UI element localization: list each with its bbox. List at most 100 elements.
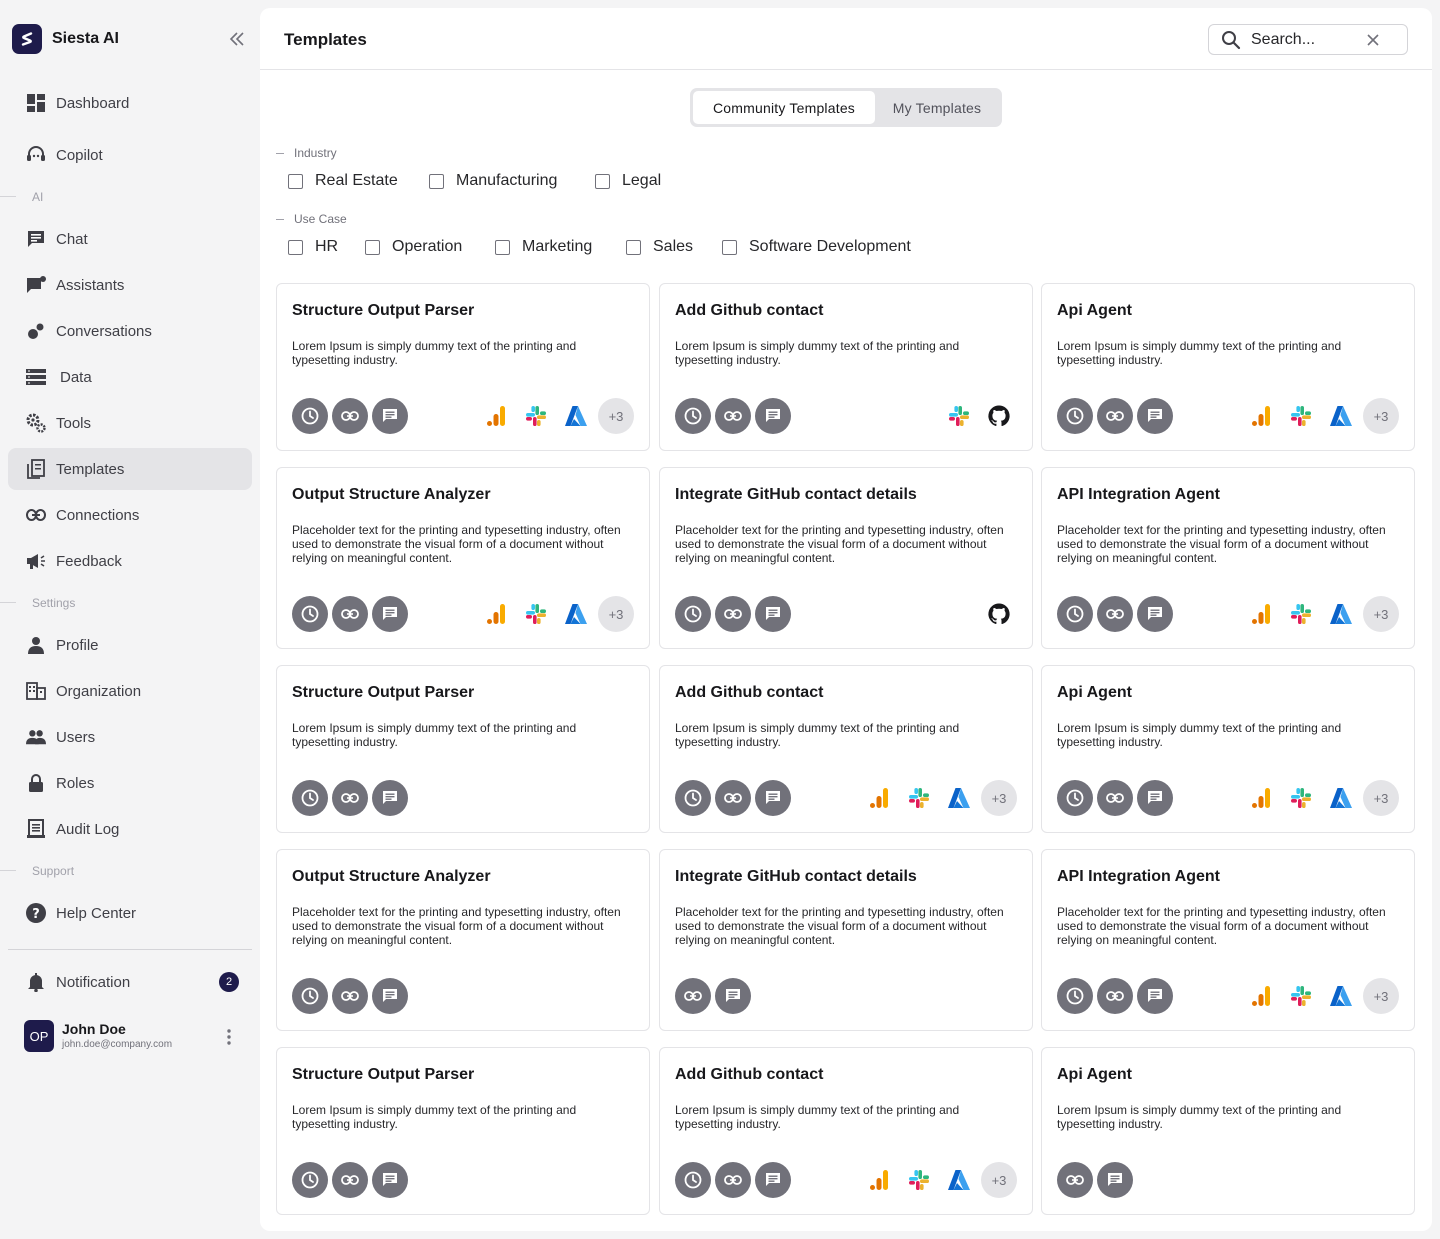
link-button[interactable] bbox=[675, 978, 711, 1014]
sidebar-item-audit-log[interactable]: Audit Log bbox=[8, 808, 252, 850]
link-button[interactable] bbox=[715, 780, 751, 816]
checkbox[interactable] bbox=[626, 239, 641, 255]
sidebar-item-templates[interactable]: Templates bbox=[8, 448, 252, 490]
sidebar-item-tools[interactable]: Tools bbox=[8, 402, 252, 444]
chat-button[interactable] bbox=[755, 398, 791, 434]
template-card[interactable]: Structure Output Parser Lorem Ipsum is si… bbox=[276, 665, 650, 833]
checkbox[interactable] bbox=[595, 173, 610, 189]
chat-button[interactable] bbox=[755, 780, 791, 816]
clock-button[interactable] bbox=[675, 398, 711, 434]
clock-button[interactable] bbox=[292, 1162, 328, 1198]
link-button[interactable] bbox=[332, 398, 368, 434]
more-integrations-badge[interactable]: +3 bbox=[598, 398, 634, 434]
tab-community-templates[interactable]: Community Templates bbox=[693, 91, 875, 124]
link-button[interactable] bbox=[1097, 398, 1133, 434]
chat-button[interactable] bbox=[755, 596, 791, 632]
clock-button[interactable] bbox=[292, 780, 328, 816]
sidebar-item-help-center[interactable]: ? Help Center bbox=[8, 892, 252, 934]
clear-search-icon[interactable] bbox=[1367, 33, 1379, 46]
chat-button[interactable] bbox=[1137, 398, 1173, 434]
chat-button[interactable] bbox=[372, 1162, 408, 1198]
filter-checkbox-marketing[interactable]: Marketing bbox=[495, 238, 592, 256]
chat-button[interactable] bbox=[1097, 1162, 1133, 1198]
template-card[interactable]: Structure Output Parser Lorem Ipsum is si… bbox=[276, 1047, 650, 1215]
chat-button[interactable] bbox=[372, 398, 408, 434]
clock-button[interactable] bbox=[1057, 596, 1093, 632]
filter-checkbox-manufacturing[interactable]: Manufacturing bbox=[429, 172, 557, 190]
template-card[interactable]: Add Github contact Lorem Ipsum is simply … bbox=[659, 1047, 1033, 1215]
clock-button[interactable] bbox=[1057, 780, 1093, 816]
sidebar-item-roles[interactable]: Roles bbox=[8, 762, 252, 804]
checkbox[interactable] bbox=[288, 239, 303, 255]
sidebar-item-chat[interactable]: Chat bbox=[8, 218, 252, 260]
template-card[interactable]: Integrate GitHub contact details Placehol… bbox=[659, 849, 1033, 1031]
template-card[interactable]: Integrate GitHub contact details Placehol… bbox=[659, 467, 1033, 649]
sidebar-item-data[interactable]: Data bbox=[8, 356, 252, 398]
sidebar-item-notification[interactable]: Notification bbox=[8, 961, 252, 1003]
more-integrations-badge[interactable]: +3 bbox=[981, 1162, 1017, 1198]
more-integrations-badge[interactable]: +3 bbox=[1363, 978, 1399, 1014]
link-button[interactable] bbox=[332, 978, 368, 1014]
link-button[interactable] bbox=[1057, 1162, 1093, 1198]
collapse-use-case-icon[interactable] bbox=[276, 219, 284, 220]
more-options-icon[interactable] bbox=[222, 1026, 236, 1048]
checkbox[interactable] bbox=[288, 173, 303, 189]
filter-checkbox-sales[interactable]: Sales bbox=[626, 238, 693, 256]
link-button[interactable] bbox=[332, 780, 368, 816]
user-profile[interactable]: OP John Doe john.doe@company.com bbox=[24, 1020, 244, 1054]
template-card[interactable]: API Integration Agent Placeholder text fo… bbox=[1041, 849, 1415, 1031]
filter-checkbox-hr[interactable]: HR bbox=[288, 238, 338, 256]
template-card[interactable]: Api Agent Lorem Ipsum is simply dummy tex… bbox=[1041, 283, 1415, 451]
collapse-industry-icon[interactable] bbox=[276, 153, 284, 154]
checkbox[interactable] bbox=[722, 239, 737, 255]
brand[interactable]: Siesta AI bbox=[12, 24, 119, 54]
clock-button[interactable] bbox=[292, 596, 328, 632]
clock-button[interactable] bbox=[675, 780, 711, 816]
chat-button[interactable] bbox=[372, 596, 408, 632]
link-button[interactable] bbox=[715, 1162, 751, 1198]
collapse-sidebar-icon[interactable] bbox=[224, 28, 250, 50]
sidebar-item-assistants[interactable]: Assistants bbox=[8, 264, 252, 306]
sidebar-item-connections[interactable]: Connections bbox=[8, 494, 252, 536]
template-card[interactable]: Api Agent Lorem Ipsum is simply dummy tex… bbox=[1041, 1047, 1415, 1215]
template-card[interactable]: Output Structure Analyzer Placeholder tex… bbox=[276, 849, 650, 1031]
filter-checkbox-software-development[interactable]: Software Development bbox=[722, 238, 911, 256]
template-card[interactable]: API Integration Agent Placeholder text fo… bbox=[1041, 467, 1415, 649]
template-card[interactable]: Add Github contact Lorem Ipsum is simply … bbox=[659, 665, 1033, 833]
chat-button[interactable] bbox=[1137, 978, 1173, 1014]
search-box[interactable] bbox=[1208, 24, 1408, 55]
template-card[interactable]: Api Agent Lorem Ipsum is simply dummy tex… bbox=[1041, 665, 1415, 833]
clock-button[interactable] bbox=[292, 978, 328, 1014]
link-button[interactable] bbox=[715, 596, 751, 632]
sidebar-item-dashboard[interactable]: Dashboard bbox=[8, 82, 252, 124]
more-integrations-badge[interactable]: +3 bbox=[981, 780, 1017, 816]
sidebar-item-conversations[interactable]: Conversations bbox=[8, 310, 252, 352]
filter-checkbox-operation[interactable]: Operation bbox=[365, 238, 462, 256]
clock-button[interactable] bbox=[1057, 978, 1093, 1014]
more-integrations-badge[interactable]: +3 bbox=[598, 596, 634, 632]
chat-button[interactable] bbox=[1137, 596, 1173, 632]
link-button[interactable] bbox=[1097, 978, 1133, 1014]
chat-button[interactable] bbox=[372, 780, 408, 816]
checkbox[interactable] bbox=[495, 239, 510, 255]
more-integrations-badge[interactable]: +3 bbox=[1363, 596, 1399, 632]
sidebar-item-organization[interactable]: Organization bbox=[8, 670, 252, 712]
clock-button[interactable] bbox=[675, 1162, 711, 1198]
sidebar-item-profile[interactable]: Profile bbox=[8, 624, 252, 666]
clock-button[interactable] bbox=[675, 596, 711, 632]
link-button[interactable] bbox=[1097, 780, 1133, 816]
link-button[interactable] bbox=[332, 1162, 368, 1198]
tab-my-templates[interactable]: My Templates bbox=[875, 91, 999, 124]
checkbox[interactable] bbox=[429, 173, 444, 189]
sidebar-item-feedback[interactable]: Feedback bbox=[8, 540, 252, 582]
chat-button[interactable] bbox=[372, 978, 408, 1014]
template-card[interactable]: Structure Output Parser Lorem Ipsum is si… bbox=[276, 283, 650, 451]
filter-checkbox-real-estate[interactable]: Real Estate bbox=[288, 172, 398, 190]
clock-button[interactable] bbox=[1057, 398, 1093, 434]
checkbox[interactable] bbox=[365, 239, 380, 255]
chat-button[interactable] bbox=[715, 978, 751, 1014]
sidebar-item-copilot[interactable]: Copilot bbox=[8, 134, 252, 176]
link-button[interactable] bbox=[332, 596, 368, 632]
search-input[interactable] bbox=[1251, 30, 1361, 49]
more-integrations-badge[interactable]: +3 bbox=[1363, 398, 1399, 434]
